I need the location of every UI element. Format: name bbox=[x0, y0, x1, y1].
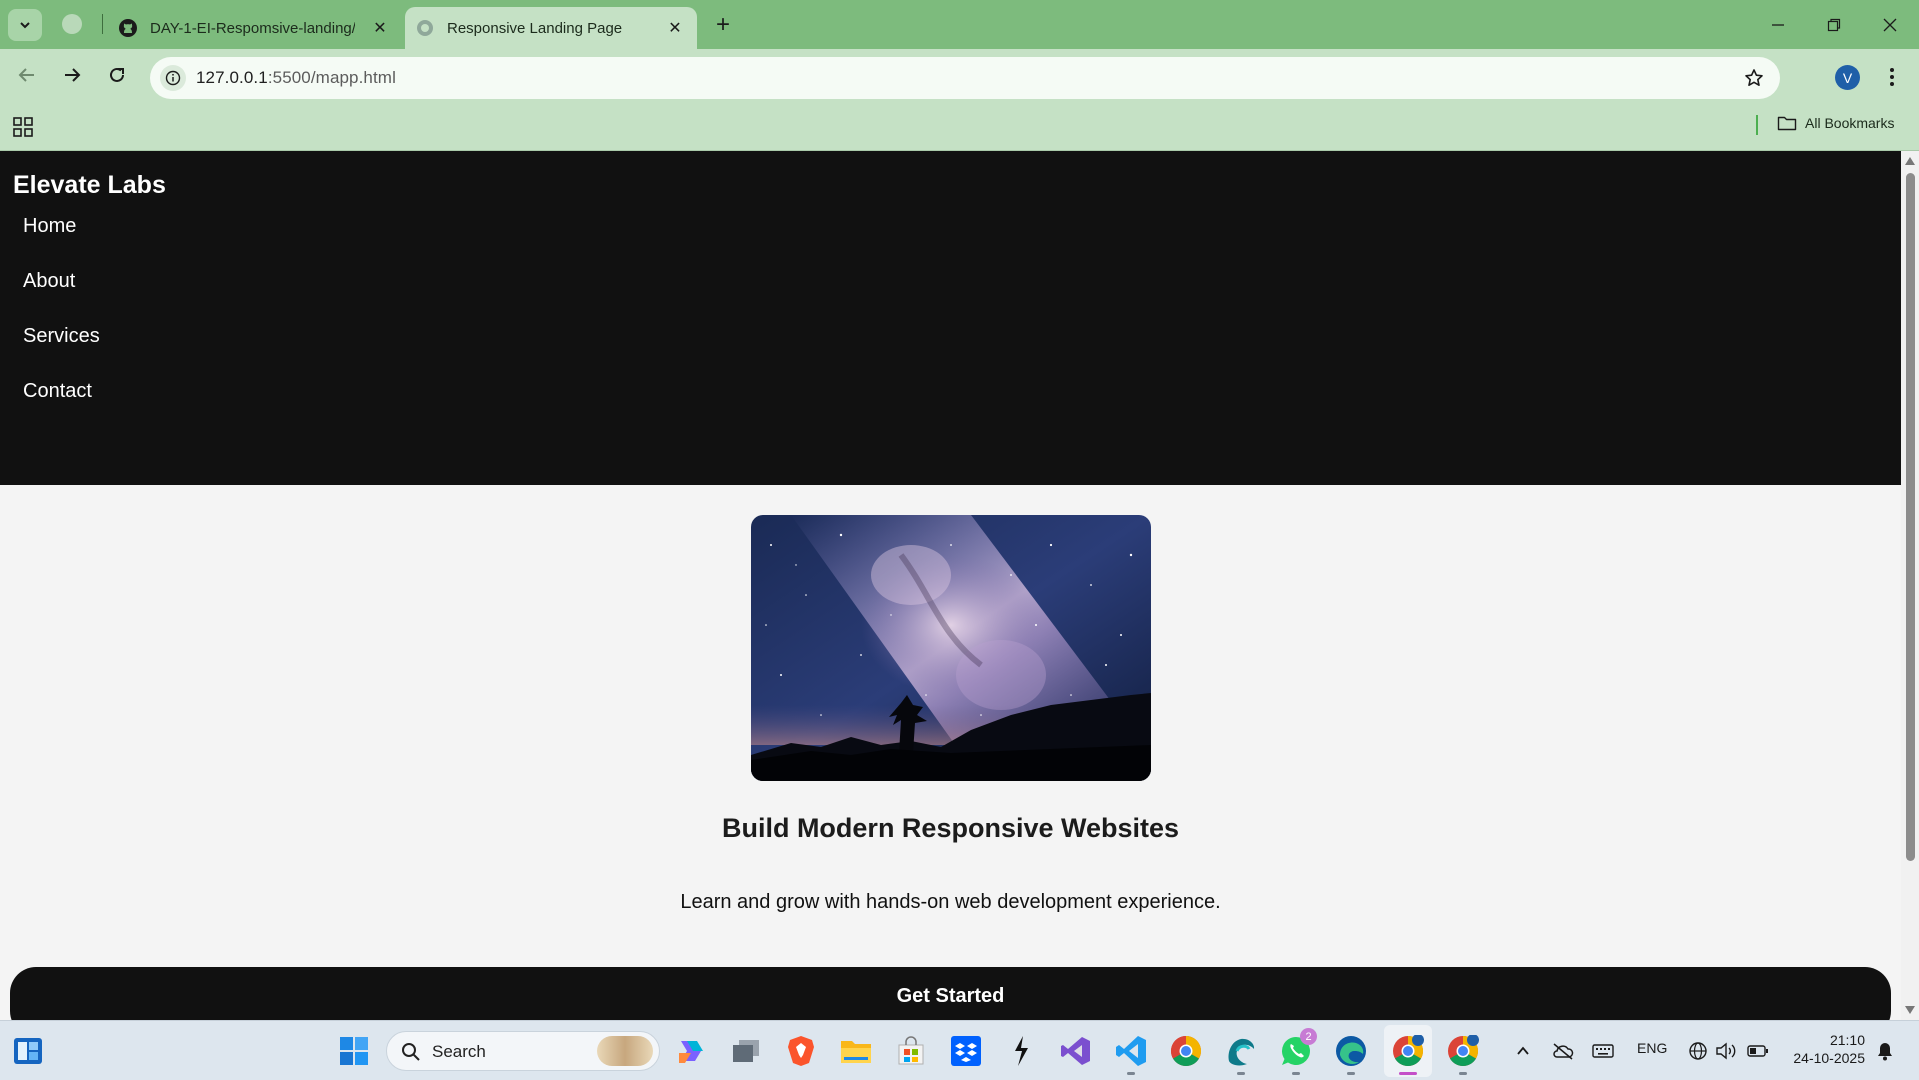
search-label: Search bbox=[432, 1042, 486, 1061]
task-view-icon[interactable] bbox=[728, 1033, 764, 1069]
address-bar[interactable]: 127.0.0.1:5500/mapp.html bbox=[150, 57, 1780, 99]
tab-title: DAY-1-EI-Respomsive-landing/ bbox=[150, 19, 355, 37]
system-clock[interactable]: 21:10 24-10-2025 bbox=[1785, 1031, 1865, 1067]
clock-date: 24-10-2025 bbox=[1793, 1050, 1865, 1066]
tab-github[interactable]: DAY-1-EI-Respomsive-landing/ ✕ bbox=[108, 7, 402, 49]
edge-dev-icon[interactable] bbox=[1223, 1033, 1259, 1075]
close-icon[interactable]: ✕ bbox=[370, 18, 390, 38]
notification-bell-icon[interactable] bbox=[1867, 1033, 1903, 1069]
hero-image bbox=[751, 515, 1151, 781]
profile-avatar[interactable]: V bbox=[1835, 65, 1860, 90]
pinned-tab[interactable] bbox=[62, 14, 82, 34]
cloud-offline-icon[interactable] bbox=[1545, 1033, 1581, 1069]
tab-separator bbox=[102, 14, 103, 34]
site-logo[interactable]: Elevate Labs bbox=[13, 171, 166, 200]
restore-button[interactable] bbox=[1819, 10, 1849, 40]
browser-toolbar: 127.0.0.1:5500/mapp.html V bbox=[0, 49, 1919, 101]
edge-icon[interactable] bbox=[1333, 1033, 1369, 1075]
scroll-up-arrow-icon[interactable] bbox=[1905, 157, 1915, 165]
globe-icon bbox=[415, 18, 435, 38]
more-menu-icon[interactable] bbox=[1880, 63, 1904, 91]
running-indicator bbox=[1459, 1072, 1467, 1075]
close-icon bbox=[1883, 18, 1897, 32]
hero-title: Build Modern Responsive Websites bbox=[721, 813, 1180, 843]
apps-grid-icon[interactable] bbox=[12, 116, 34, 138]
vscode-icon[interactable] bbox=[1113, 1033, 1149, 1075]
search-highlight-image bbox=[597, 1036, 653, 1066]
nav-home[interactable]: Home bbox=[23, 215, 76, 238]
battery-icon[interactable] bbox=[1740, 1033, 1776, 1069]
restore-icon bbox=[1827, 18, 1841, 32]
running-indicator bbox=[1127, 1072, 1135, 1075]
bookmark-star-icon[interactable] bbox=[1742, 66, 1766, 90]
site-info-icon[interactable] bbox=[160, 65, 186, 91]
reload-button[interactable] bbox=[102, 60, 132, 90]
chrome-profile-icon[interactable] bbox=[1390, 1033, 1426, 1075]
url-text: 127.0.0.1:5500/mapp.html bbox=[196, 68, 396, 88]
minimize-button[interactable] bbox=[1763, 10, 1793, 40]
forward-button[interactable] bbox=[57, 60, 87, 90]
arrow-left-icon bbox=[18, 68, 34, 82]
reload-icon bbox=[110, 67, 124, 82]
language-indicator[interactable]: ENG bbox=[1637, 1040, 1667, 1056]
new-tab-button[interactable]: + bbox=[710, 11, 736, 38]
folder-icon bbox=[1777, 116, 1797, 131]
cursor-icon[interactable] bbox=[1003, 1033, 1039, 1069]
url-path: :5500/mapp.html bbox=[267, 68, 396, 87]
nav-services[interactable]: Services bbox=[23, 325, 100, 348]
browser-tab-strip: DAY-1-EI-Respomsive-landing/ ✕ Responsiv… bbox=[0, 0, 1919, 49]
scrollbar-thumb[interactable] bbox=[1906, 173, 1915, 861]
github-icon bbox=[118, 18, 138, 38]
start-icon[interactable] bbox=[336, 1033, 372, 1069]
page-scrollbar[interactable] bbox=[1901, 151, 1919, 1020]
chrome-icon[interactable] bbox=[1168, 1033, 1204, 1069]
keyboard-icon[interactable] bbox=[1585, 1033, 1621, 1069]
all-bookmarks-button[interactable]: All Bookmarks bbox=[1777, 115, 1894, 131]
dropbox-icon[interactable] bbox=[948, 1033, 984, 1069]
widgets-icon[interactable] bbox=[10, 1033, 46, 1069]
arrow-right-icon bbox=[65, 68, 81, 82]
notification-badge: 2 bbox=[1300, 1028, 1317, 1045]
file-explorer-icon[interactable] bbox=[838, 1033, 874, 1069]
back-button[interactable] bbox=[12, 60, 42, 90]
bookmarks-bar: All Bookmarks bbox=[0, 101, 1919, 151]
site-header: Elevate Labs Home About Services Contact bbox=[0, 151, 1901, 485]
chevron-up-icon[interactable] bbox=[1505, 1033, 1541, 1069]
all-bookmarks-label: All Bookmarks bbox=[1805, 115, 1895, 131]
running-indicator bbox=[1237, 1072, 1245, 1075]
running-indicator bbox=[1399, 1072, 1417, 1075]
nav-contact[interactable]: Contact bbox=[23, 380, 92, 403]
chevron-down-icon bbox=[20, 22, 30, 29]
visual-studio-icon[interactable] bbox=[1058, 1033, 1094, 1069]
store-icon[interactable] bbox=[893, 1033, 929, 1069]
nav-about[interactable]: About bbox=[23, 270, 75, 293]
chrome-profile-2-icon[interactable] bbox=[1445, 1033, 1481, 1075]
tab-search-button[interactable] bbox=[8, 9, 42, 41]
window-close-button[interactable] bbox=[1875, 10, 1905, 40]
hero-description: Learn and grow with hands-on web develop… bbox=[680, 891, 1221, 913]
brave-icon[interactable] bbox=[783, 1033, 819, 1069]
get-started-button[interactable]: Get Started bbox=[10, 967, 1891, 1020]
running-indicator bbox=[1292, 1072, 1300, 1075]
windows-taskbar: Search 2 ENG 21:10 24-10-2025 bbox=[0, 1020, 1919, 1080]
tab-title: Responsive Landing Page bbox=[447, 19, 623, 37]
url-host: 127.0.0.1 bbox=[196, 68, 268, 87]
tab-landing-page[interactable]: Responsive Landing Page ✕ bbox=[405, 7, 697, 49]
whatsapp-icon[interactable]: 2 bbox=[1278, 1028, 1317, 1075]
bookmarks-separator bbox=[1756, 115, 1758, 135]
minimize-icon bbox=[1772, 24, 1784, 26]
scroll-down-arrow-icon[interactable] bbox=[1905, 1006, 1915, 1014]
search-icon bbox=[402, 1043, 420, 1061]
volume-icon[interactable] bbox=[1708, 1033, 1744, 1069]
taskbar-search[interactable]: Search bbox=[386, 1031, 660, 1071]
page-viewport: Elevate Labs Home About Services Contact bbox=[0, 151, 1901, 1020]
running-indicator bbox=[1347, 1072, 1355, 1075]
close-icon[interactable]: ✕ bbox=[665, 18, 685, 38]
copilot-icon[interactable] bbox=[673, 1033, 709, 1069]
clock-time: 21:10 bbox=[1829, 1032, 1865, 1048]
